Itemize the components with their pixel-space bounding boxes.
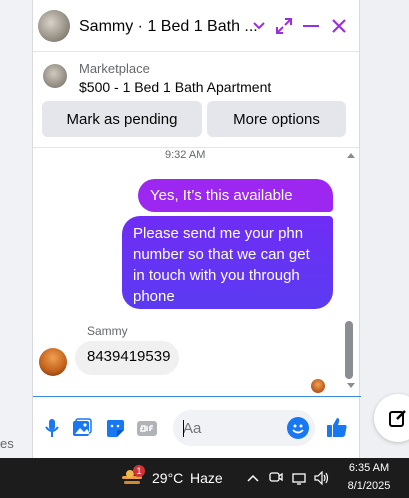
- chat-title[interactable]: Sammy · 1 Bed 1 Bath ...: [79, 18, 258, 36]
- chevron-up-icon[interactable]: [245, 470, 261, 486]
- gif-icon[interactable]: [136, 417, 158, 439]
- network-icon[interactable]: [291, 470, 307, 486]
- compose-icon: [389, 410, 406, 427]
- minimize-icon[interactable]: [300, 14, 322, 38]
- background-page: es: [0, 0, 32, 458]
- outgoing-message[interactable]: Please send me your phn number so that w…: [122, 216, 333, 309]
- chevron-down-icon[interactable]: [248, 14, 270, 38]
- photo-icon[interactable]: [71, 417, 93, 439]
- scrollbar-thumb[interactable]: [345, 321, 353, 379]
- weather-icon[interactable]: 1: [121, 465, 145, 489]
- scrollbar[interactable]: [343, 149, 357, 395]
- listing-thumbnail[interactable]: [43, 64, 67, 88]
- mark-as-pending-button[interactable]: Mark as pending: [42, 101, 202, 137]
- microphone-icon[interactable]: [41, 417, 63, 439]
- taskbar-date[interactable]: 8/1/2025: [345, 480, 393, 492]
- chat-window: Sammy · 1 Bed 1 Bath ... Marketplace $50…: [32, 0, 361, 458]
- message-timestamp: 9:32 AM: [165, 149, 206, 161]
- sender-name: Sammy: [87, 324, 128, 338]
- volume-icon[interactable]: [314, 470, 330, 486]
- scroll-up-arrow[interactable]: [347, 153, 355, 158]
- message-input[interactable]: [183, 410, 283, 446]
- incoming-message[interactable]: 8439419539: [75, 341, 179, 375]
- weather-alert-badge: 1: [133, 465, 145, 477]
- close-icon[interactable]: [328, 14, 350, 38]
- outgoing-message[interactable]: Yes, It’s this available now.: [138, 179, 333, 225]
- emoji-icon[interactable]: [287, 417, 309, 439]
- sender-avatar[interactable]: [39, 348, 67, 376]
- windows-taskbar: 1 29°C Haze 6:35 AM 8/1/2025: [0, 458, 409, 498]
- meet-now-icon[interactable]: [268, 470, 284, 486]
- new-message-button[interactable]: [374, 394, 409, 442]
- scroll-down-arrow[interactable]: [347, 383, 355, 388]
- message-thread[interactable]: 9:32 AM Yes, It’s this available now. Pl…: [33, 149, 361, 395]
- weather-temperature[interactable]: 29°C: [152, 470, 183, 486]
- contact-avatar[interactable]: [38, 10, 70, 42]
- thumbs-up-icon[interactable]: [325, 415, 349, 439]
- background-partial-text: es: [0, 436, 14, 451]
- chat-header: Sammy · 1 Bed 1 Bath ...: [33, 0, 359, 52]
- seen-receipt-avatar: [311, 379, 325, 393]
- more-options-button[interactable]: More options: [207, 101, 346, 137]
- sticker-icon[interactable]: [104, 417, 126, 439]
- weather-condition[interactable]: Haze: [190, 470, 223, 486]
- listing-card: Marketplace $500 - 1 Bed 1 Bath Apartmen…: [33, 53, 359, 148]
- text-cursor: [183, 420, 184, 437]
- taskbar-time[interactable]: 6:35 AM: [345, 462, 393, 474]
- expand-icon[interactable]: [273, 14, 295, 38]
- listing-source: Marketplace: [79, 61, 150, 76]
- message-composer: [33, 397, 361, 458]
- listing-title[interactable]: $500 - 1 Bed 1 Bath Apartment: [79, 79, 271, 95]
